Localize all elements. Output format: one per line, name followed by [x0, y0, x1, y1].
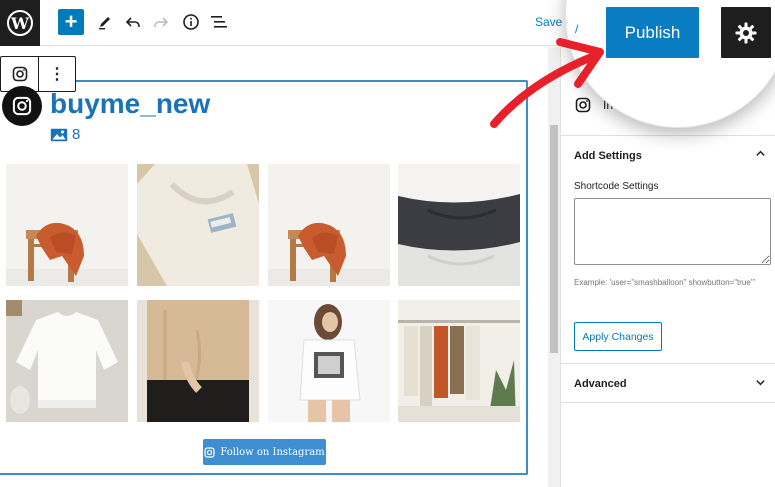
- add-settings-panel-toggle[interactable]: Add Settings: [574, 150, 642, 162]
- apply-changes-button[interactable]: Apply Changes: [574, 322, 662, 351]
- media-count: 8: [50, 126, 80, 143]
- gallery-image[interactable]: [137, 300, 259, 422]
- edit-mode-button[interactable]: [92, 9, 118, 35]
- divider: [561, 135, 775, 136]
- images-icon: [50, 128, 68, 141]
- undo-button[interactable]: [120, 9, 146, 35]
- divider: [561, 402, 775, 403]
- pencil-icon: [99, 17, 110, 30]
- feed-username[interactable]: buyme_new: [50, 88, 210, 120]
- editor-screen: W + Save dra ⋮ buyme_new 8 Follow on Ins…: [0, 0, 775, 487]
- follow-on-instagram-button[interactable]: Follow on Instagram: [203, 439, 326, 465]
- gallery-image[interactable]: [6, 300, 128, 422]
- list-view-icon: [211, 16, 227, 28]
- more-vertical-icon: ⋮: [49, 66, 65, 83]
- gallery-image[interactable]: [6, 164, 128, 286]
- undo-icon: [125, 17, 140, 27]
- gear-icon: [735, 22, 757, 43]
- gallery-image[interactable]: [398, 164, 520, 286]
- wordpress-logo-icon: W: [7, 10, 33, 36]
- gallery-image[interactable]: [268, 164, 390, 286]
- redo-icon: [154, 17, 169, 27]
- avatar[interactable]: [2, 86, 42, 126]
- wordpress-logo-button[interactable]: W: [0, 0, 40, 46]
- redo-button[interactable]: [148, 9, 174, 35]
- add-block-button[interactable]: +: [58, 9, 84, 35]
- block-options-button[interactable]: ⋮: [39, 57, 75, 91]
- instagram-icon: [12, 96, 32, 116]
- settings-button[interactable]: [721, 7, 771, 58]
- block-toolbar: ⋮: [0, 56, 76, 92]
- instagram-icon: [575, 97, 591, 113]
- instagram-icon: [12, 66, 27, 82]
- canvas-scrollbar-thumb[interactable]: [550, 125, 558, 353]
- follow-label: Follow on Instagram: [220, 446, 325, 458]
- divider: [561, 363, 775, 364]
- gallery-image[interactable]: [398, 300, 520, 422]
- details-button[interactable]: [178, 9, 204, 35]
- chevron-up-icon[interactable]: [755, 148, 766, 162]
- list-view-button[interactable]: [206, 9, 232, 35]
- media-count-value: 8: [72, 126, 81, 143]
- publish-button[interactable]: Publish: [606, 7, 699, 58]
- shortcode-example-help: Example: 'user="smashballoon" showbutton…: [574, 278, 756, 287]
- instagram-icon: [204, 446, 215, 458]
- shortcode-settings-label: Shortcode Settings: [574, 181, 659, 192]
- gallery-image[interactable]: [137, 164, 259, 286]
- shortcode-settings-field[interactable]: [574, 198, 771, 265]
- plus-icon: +: [64, 9, 78, 34]
- advanced-panel-toggle[interactable]: Advanced: [574, 378, 627, 390]
- gallery-image[interactable]: [268, 300, 390, 422]
- chevron-down-icon[interactable]: [755, 377, 766, 391]
- save-draft-link-magnified[interactable]: /: [575, 22, 578, 36]
- info-icon: [183, 14, 199, 30]
